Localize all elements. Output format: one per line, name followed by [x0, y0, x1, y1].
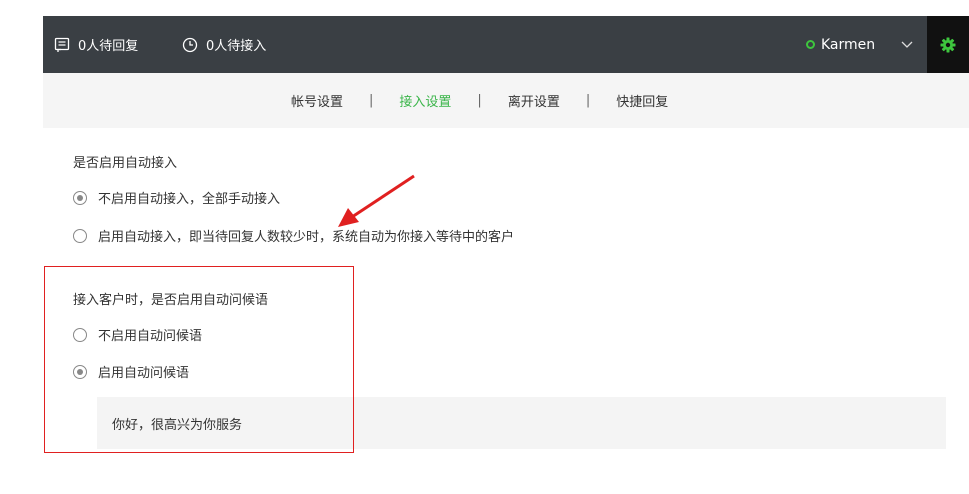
clock-icon — [182, 37, 198, 52]
username: Karmen — [821, 36, 876, 53]
auto-accept-title: 是否启用自动接入 — [73, 156, 178, 171]
auto-accept-on-radio[interactable] — [73, 228, 87, 243]
chevron-down-icon — [901, 41, 913, 48]
auto-accept-off-radio[interactable] — [73, 190, 87, 205]
tab-account-settings[interactable]: 帐号设置 — [291, 91, 343, 110]
auto-accept-off-option[interactable]: 不启用自动接入，全部手动接入 — [73, 188, 280, 207]
pending-reply-label: 0人待回复 — [78, 39, 139, 54]
tab-away-settings[interactable]: 离开设置 — [508, 91, 560, 110]
user-menu-toggle[interactable] — [901, 16, 913, 73]
message-icon — [54, 37, 70, 52]
pending-accept-stat[interactable]: 0人待接入 — [182, 16, 266, 73]
tab-separator: | — [585, 93, 591, 108]
tab-separator: | — [477, 93, 482, 108]
tab-quick-reply[interactable]: 快捷回复 — [616, 91, 668, 110]
user-menu[interactable]: Karmen — [806, 16, 875, 73]
annotation-highlight-box — [44, 266, 354, 453]
settings-tabbar: 帐号设置 | 接入设置 | 离开设置 | 快捷回复 — [43, 73, 969, 128]
auto-accept-on-label: 启用自动接入，即当待回复人数较少时，系统自动为你接入等待中的客户 — [98, 230, 515, 245]
gear-icon — [940, 37, 956, 52]
settings-tabs: 帐号设置 | 接入设置 | 离开设置 | 快捷回复 — [291, 73, 668, 128]
tab-separator: | — [369, 93, 374, 108]
settings-button[interactable] — [927, 16, 969, 73]
pending-accept-label: 0人待接入 — [206, 39, 267, 54]
tab-access-settings[interactable]: 接入设置 — [399, 91, 451, 110]
auto-accept-off-label: 不启用自动接入，全部手动接入 — [98, 192, 281, 207]
top-status-bar: 0人待回复 0人待接入 Karmen — [43, 16, 969, 73]
pending-reply-stat[interactable]: 0人待回复 — [54, 16, 138, 73]
auto-accept-on-option[interactable]: 启用自动接入，即当待回复人数较少时，系统自动为你接入等待中的客户 — [73, 226, 514, 245]
online-status-icon — [806, 40, 815, 49]
